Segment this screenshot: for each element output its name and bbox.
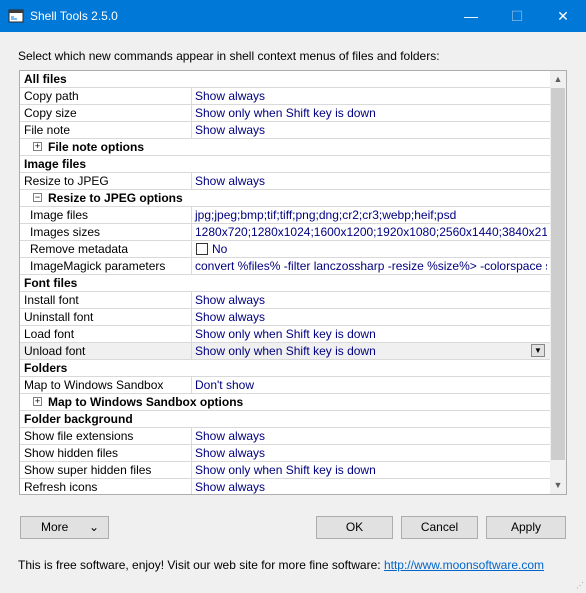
row-map-to-windows-sandbox[interactable]: Map to Windows Sandbox Don't show [20,377,550,394]
property-name: Load font [24,327,75,341]
property-name: Install font [24,293,79,307]
website-link[interactable]: http://www.moonsoftware.com [384,558,544,572]
title-bar: Shell Tools 2.5.0 — ☐ ✕ [0,0,586,32]
dropdown-value: Show only when Shift key is down [195,344,376,358]
property-name: Remove metadata [30,242,129,256]
category-folders[interactable]: Folders [20,360,550,377]
property-name: Unload font [24,344,86,358]
property-value[interactable]: No [191,241,547,257]
property-value[interactable]: jpg;jpeg;bmp;tif;tiff;png;dng;cr2;cr3;we… [191,207,547,223]
property-value[interactable]: Show always [191,88,547,104]
property-value[interactable]: Show always [191,122,547,138]
close-button[interactable]: ✕ [540,0,586,32]
property-value[interactable]: Show only when Shift key is down ▼ [191,343,547,359]
expand-icon[interactable]: + [33,142,42,151]
scroll-down-icon[interactable]: ▼ [550,477,566,494]
ok-button[interactable]: OK [316,516,393,539]
property-name: File note [24,123,71,137]
property-grid[interactable]: All files Copy path Show always Copy siz… [19,70,567,495]
app-icon [8,9,24,23]
expand-icon[interactable]: + [33,397,42,406]
property-name: Show hidden files [24,446,119,460]
property-name: Copy size [24,106,77,120]
expandable-label: Map to Windows Sandbox options [48,395,244,409]
row-install-font[interactable]: Install font Show always [20,292,550,309]
category-label: Image files [24,157,87,171]
collapse-icon[interactable]: − [33,193,42,202]
row-show-file-extensions[interactable]: Show file extensions Show always [20,428,550,445]
row-show-super-hidden-files[interactable]: Show super hidden files Show only when S… [20,462,550,479]
property-name: Show file extensions [24,429,134,443]
row-file-note[interactable]: File note Show always [20,122,550,139]
footer: This is free software, enjoy! Visit our … [18,558,544,572]
remove-metadata-checkbox[interactable] [196,243,208,255]
property-name: Show super hidden files [24,463,152,477]
row-imagemagick-parameters[interactable]: ImageMagick parameters convert %files% -… [20,258,550,275]
instruction-label: Select which new commands appear in shel… [18,49,440,63]
property-value[interactable]: Show always [191,173,547,189]
category-all-files[interactable]: All files [20,71,550,88]
row-load-font[interactable]: Load font Show only when Shift key is do… [20,326,550,343]
scroll-up-icon[interactable]: ▲ [550,71,566,88]
footer-text: This is free software, enjoy! Visit our … [18,558,384,572]
cancel-button[interactable]: Cancel [401,516,478,539]
property-value[interactable]: Show only when Shift key is down [191,105,547,121]
row-sandbox-options[interactable]: + Map to Windows Sandbox options [20,394,550,411]
checkbox-label: No [212,242,228,256]
category-label: Folders [24,361,68,375]
property-name: Copy path [24,89,79,103]
property-value[interactable]: convert %files% -filter lanczossharp -re… [191,258,547,274]
row-resize-to-jpeg-options[interactable]: − Resize to JPEG options [20,190,550,207]
row-unload-font[interactable]: Unload font Show only when Shift key is … [20,343,550,360]
scroll-thumb[interactable] [551,88,565,460]
row-resize-to-jpeg[interactable]: Resize to JPEG Show always [20,173,550,190]
apply-button[interactable]: Apply [486,516,566,539]
property-name: Resize to JPEG [24,174,109,188]
maximize-button[interactable]: ☐ [494,0,540,32]
property-value[interactable]: 1280x720;1280x1024;1600x1200;1920x1080;2… [191,224,547,240]
property-value[interactable]: Show always [191,445,547,461]
property-name: Images sizes [30,225,101,239]
row-show-hidden-files[interactable]: Show hidden files Show always [20,445,550,462]
property-value[interactable]: Show always [191,428,547,444]
category-image-files[interactable]: Image files [20,156,550,173]
property-name: Map to Windows Sandbox [24,378,164,392]
row-uninstall-font[interactable]: Uninstall font Show always [20,309,550,326]
category-label: Font files [24,276,78,290]
property-value[interactable]: Show only when Shift key is down [191,326,547,342]
property-grid-rows: All files Copy path Show always Copy siz… [20,71,550,494]
property-name: Image files [30,208,89,222]
row-image-files-ext[interactable]: Image files jpg;jpeg;bmp;tif;tiff;png;dn… [20,207,550,224]
chevron-down-icon: ⌄ [89,520,100,534]
property-name: ImageMagick parameters [30,259,166,273]
property-value[interactable]: Show only when Shift key is down [191,462,547,478]
category-label: All files [24,72,67,86]
row-remove-metadata[interactable]: Remove metadata No [20,241,550,258]
property-name: Uninstall font [24,310,94,324]
property-value[interactable]: Show always [191,479,547,494]
dropdown-arrow-icon[interactable]: ▼ [531,344,545,357]
minimize-button[interactable]: — [448,0,494,32]
row-images-sizes[interactable]: Images sizes 1280x720;1280x1024;1600x120… [20,224,550,241]
category-folder-background[interactable]: Folder background [20,411,550,428]
resize-grip-icon[interactable]: ⋰ [574,581,584,591]
more-button[interactable]: More ⌄ [20,516,109,539]
category-font-files[interactable]: Font files [20,275,550,292]
expandable-label: Resize to JPEG options [48,191,183,205]
vertical-scrollbar[interactable]: ▲ ▼ [550,71,566,494]
property-value[interactable]: Show always [191,309,547,325]
category-label: Folder background [24,412,133,426]
window-title: Shell Tools 2.5.0 [30,9,118,23]
property-value[interactable]: Show always [191,292,547,308]
property-value[interactable]: Don't show [191,377,547,393]
expandable-label: File note options [48,140,144,154]
property-name: Refresh icons [24,480,98,494]
row-copy-path[interactable]: Copy path Show always [20,88,550,105]
row-file-note-options[interactable]: + File note options [20,139,550,156]
more-button-label: More [41,520,69,534]
row-copy-size[interactable]: Copy size Show only when Shift key is do… [20,105,550,122]
row-refresh-icons[interactable]: Refresh icons Show always [20,479,550,494]
